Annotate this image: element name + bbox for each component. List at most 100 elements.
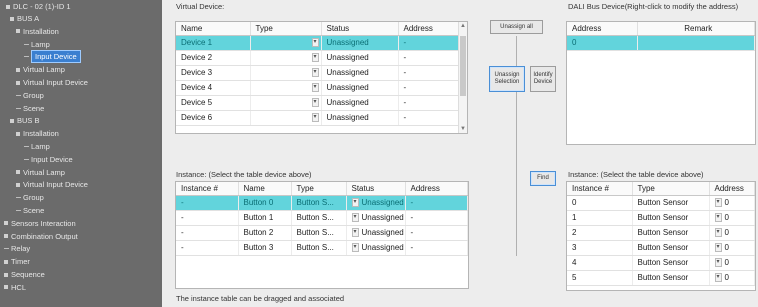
- dropdown-arrow-icon[interactable]: ▾: [714, 198, 722, 208]
- table-row[interactable]: - Button 1 Button S... ▾ Unassigned -: [176, 210, 468, 226]
- table-row[interactable]: Device 5 ▾ Unassigned -: [176, 95, 467, 111]
- col-status[interactable]: Status: [321, 22, 399, 36]
- dropdown-arrow-icon[interactable]: ▾: [714, 228, 722, 238]
- col-name[interactable]: Name: [176, 22, 251, 36]
- address-combo[interactable]: ▾ 0: [709, 210, 755, 226]
- virtual-table-scrollbar[interactable]: ▲ ▼: [458, 22, 467, 133]
- status-combo[interactable]: ▾ Unassigned: [346, 240, 406, 256]
- identify-device-button[interactable]: Identify Device: [530, 66, 556, 92]
- table-row[interactable]: 0: [567, 35, 755, 51]
- main-panel: Virtual Device: Name Type Status Address…: [162, 0, 758, 307]
- tree-root[interactable]: DLC - 02 (1)-ID 1: [6, 1, 71, 12]
- col-type[interactable]: Type: [291, 182, 347, 196]
- device-type-cell[interactable]: ▾: [250, 50, 322, 66]
- address-combo[interactable]: ▾ 0: [709, 255, 755, 271]
- dropdown-arrow-icon[interactable]: ▾: [714, 273, 722, 283]
- col-instance[interactable]: Instance #: [567, 182, 633, 196]
- dropdown-arrow-icon[interactable]: ▾: [351, 213, 359, 223]
- find-button[interactable]: Find: [530, 171, 556, 186]
- table-row[interactable]: Device 3 ▾ Unassigned -: [176, 65, 467, 81]
- device-type-cell[interactable]: ▾: [250, 80, 322, 96]
- table-row[interactable]: - Button 3 Button S... ▾ Unassigned -: [176, 240, 468, 256]
- tree-item[interactable]: Lamp: [24, 39, 50, 50]
- tree-item[interactable]: Relay: [4, 243, 30, 254]
- virtual-device-table[interactable]: Name Type Status Address Device 1 ▾ Unassi…: [175, 21, 468, 134]
- tree-item[interactable]: Virtual Lamp: [16, 167, 65, 178]
- tree-item[interactable]: Installation: [16, 128, 59, 139]
- dropdown-arrow-icon[interactable]: ▾: [311, 98, 319, 108]
- tree-item[interactable]: Sensors Interaction: [4, 218, 76, 229]
- scroll-thumb[interactable]: [460, 36, 466, 96]
- dropdown-arrow-icon[interactable]: ▾: [311, 113, 319, 123]
- address-combo[interactable]: ▾ 0: [709, 195, 755, 211]
- scroll-down-icon[interactable]: ▼: [459, 125, 467, 133]
- instance-left-table[interactable]: Instance # Name Type Status Address - But…: [175, 181, 469, 289]
- tree-item[interactable]: Input Device: [24, 154, 73, 165]
- dropdown-arrow-icon[interactable]: ▾: [714, 258, 722, 268]
- tree-item[interactable]: BUS B: [10, 115, 40, 126]
- dropdown-arrow-icon[interactable]: ▾: [714, 213, 722, 223]
- col-name[interactable]: Name: [238, 182, 292, 196]
- device-type-cell[interactable]: ▾: [250, 110, 322, 126]
- tree-item[interactable]: Virtual Lamp: [16, 64, 65, 75]
- table-row[interactable]: 2 Button Sensor ▾ 0: [567, 225, 755, 241]
- status-combo[interactable]: ▾ Unassigned: [346, 210, 406, 226]
- address-combo[interactable]: ▾ 0: [709, 270, 755, 286]
- dropdown-arrow-icon[interactable]: ▾: [311, 53, 319, 63]
- tree-item[interactable]: BUS A: [10, 13, 39, 24]
- dropdown-arrow-icon[interactable]: ▾: [714, 243, 722, 253]
- tree-item[interactable]: Lamp: [24, 141, 50, 152]
- status-combo[interactable]: ▾ Unassigned: [346, 225, 406, 241]
- tree-item[interactable]: Sequence: [4, 269, 45, 280]
- dali-bus-table[interactable]: Address Remark 0: [566, 21, 756, 145]
- dropdown-arrow-icon[interactable]: ▾: [311, 38, 319, 48]
- col-address[interactable]: Address: [709, 182, 755, 196]
- table-row[interactable]: Device 4 ▾ Unassigned -: [176, 80, 467, 96]
- col-type[interactable]: Type: [250, 22, 322, 36]
- table-row[interactable]: - Button 0 Button S... ▾ Unassigned -: [176, 195, 468, 211]
- tree-item[interactable]: Installation: [16, 26, 59, 37]
- tree-item[interactable]: HCL: [4, 282, 26, 293]
- tree-item[interactable]: Input Device: [24, 50, 81, 64]
- tree-item[interactable]: Group: [16, 192, 44, 203]
- device-type-cell[interactable]: ▾: [250, 95, 322, 111]
- dropdown-arrow-icon[interactable]: ▾: [351, 198, 359, 208]
- unassign-all-button[interactable]: Unassign all: [490, 20, 543, 34]
- tree-item[interactable]: Scene: [16, 103, 44, 114]
- table-row[interactable]: 4 Button Sensor ▾ 0: [567, 255, 755, 271]
- device-type-cell[interactable]: ▾: [250, 65, 322, 81]
- col-remark[interactable]: Remark: [637, 22, 755, 36]
- col-type[interactable]: Type: [632, 182, 710, 196]
- tree-item[interactable]: Group: [16, 90, 44, 101]
- address-combo[interactable]: ▾ 0: [709, 240, 755, 256]
- tree-item[interactable]: Timer: [4, 256, 30, 267]
- unassign-selection-button[interactable]: Unassign Selection: [489, 66, 525, 92]
- tree-item[interactable]: Scene: [16, 205, 44, 216]
- instance-right-table[interactable]: Instance # Type Address 0 Button Sensor ▾ 0…: [566, 181, 756, 291]
- dropdown-arrow-icon[interactable]: ▾: [351, 243, 359, 253]
- dropdown-arrow-icon[interactable]: ▾: [311, 68, 319, 78]
- col-status[interactable]: Status: [346, 182, 406, 196]
- table-row[interactable]: Device 6 ▾ Unassigned -: [176, 110, 467, 126]
- table-row[interactable]: 0 Button Sensor ▾ 0: [567, 195, 755, 211]
- scroll-up-icon[interactable]: ▲: [459, 22, 467, 30]
- dropdown-arrow-icon[interactable]: ▾: [311, 83, 319, 93]
- address-combo[interactable]: ▾ 0: [709, 225, 755, 241]
- col-address[interactable]: Address: [405, 182, 468, 196]
- tree-item[interactable]: Combination Output: [4, 231, 78, 242]
- tree-item[interactable]: Virtual Input Device: [16, 179, 88, 190]
- table-row[interactable]: 5 Button Sensor ▾ 0: [567, 270, 755, 286]
- col-instance[interactable]: Instance #: [176, 182, 239, 196]
- tree-item[interactable]: Virtual Input Device: [16, 77, 88, 88]
- col-address[interactable]: Address: [398, 22, 467, 36]
- tree-item-label: HCL: [11, 282, 27, 292]
- status-combo[interactable]: ▾ Unassigned: [346, 195, 406, 211]
- table-row[interactable]: - Button 2 Button S... ▾ Unassigned -: [176, 225, 468, 241]
- dropdown-arrow-icon[interactable]: ▾: [351, 228, 359, 238]
- col-address[interactable]: Address: [567, 22, 638, 36]
- table-row[interactable]: 3 Button Sensor ▾ 0: [567, 240, 755, 256]
- device-type-cell[interactable]: ▾: [250, 35, 322, 51]
- table-row[interactable]: Device 1 ▾ Unassigned -: [176, 35, 467, 51]
- table-row[interactable]: 1 Button Sensor ▾ 0: [567, 210, 755, 226]
- table-row[interactable]: Device 2 ▾ Unassigned -: [176, 50, 467, 66]
